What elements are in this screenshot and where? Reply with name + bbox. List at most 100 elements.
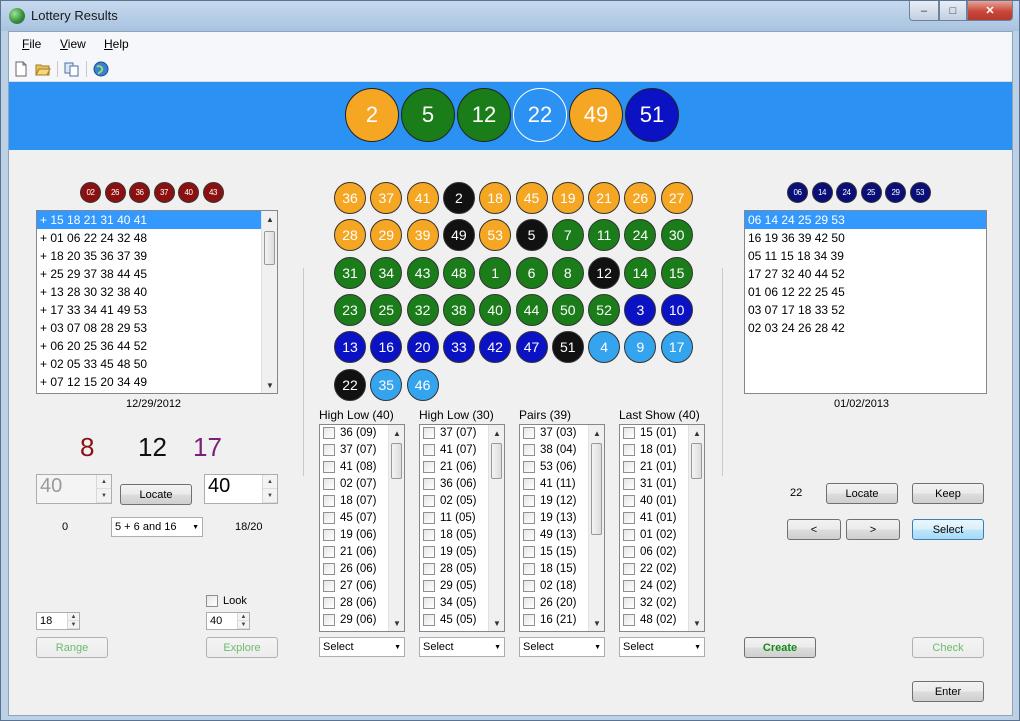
spin-down-icon[interactable]: ▼ [68,621,79,629]
left-locate-button[interactable]: Locate [120,484,192,505]
menu-view[interactable]: View [60,37,86,51]
small-spin[interactable]: 18 ▲ ▼ [36,612,80,630]
checkbox-icon[interactable] [423,494,435,507]
checkbox-icon[interactable] [323,579,335,592]
list-item[interactable]: + 07 12 15 20 34 49 [37,373,277,391]
grid-ball[interactable]: 11 [588,219,621,252]
grid-ball[interactable]: 25 [370,293,403,326]
keep-button[interactable]: Keep [912,483,984,504]
grid-ball[interactable]: 21 [588,182,621,214]
grid-ball[interactable]: 46 [406,368,439,401]
grid-ball[interactable]: 14 [624,256,657,289]
minimize-button[interactable]: – [909,1,939,21]
list-item[interactable]: + 13 28 30 32 38 40 [37,283,277,301]
checkbox-icon[interactable] [423,511,435,524]
scroll-up-icon[interactable]: ▲ [389,425,404,441]
checkbox-icon[interactable] [323,460,335,473]
grid-ball[interactable]: 29 [370,219,403,252]
web-icon[interactable] [93,61,109,77]
list-item[interactable]: 17 27 32 40 44 52 [745,265,986,283]
checklist-select[interactable]: Select ▼ [419,637,505,657]
checklist-scrollbar[interactable]: ▲ ▼ [688,425,704,631]
checklist-box[interactable]: 36 (09) 37 (07) 41 (08) 02 (07) 18 (07) 45 (0… [319,424,405,632]
grid-ball[interactable]: 33 [442,331,475,364]
left-list-scrollbar[interactable]: ▲ ▼ [261,211,277,393]
grid-ball[interactable]: 7 [551,219,584,252]
right-locate-button[interactable]: Locate [826,483,898,504]
list-item[interactable]: 16 19 36 39 42 50 [745,229,986,247]
checkbox-icon[interactable] [523,579,535,592]
checkbox-icon[interactable] [423,579,435,592]
checkbox-icon[interactable] [523,426,535,439]
scroll-thumb[interactable] [264,231,275,265]
checklist-select[interactable]: Select ▼ [319,637,405,657]
checkbox-icon[interactable] [623,460,635,473]
checkbox-icon[interactable] [523,545,535,558]
list-item[interactable]: + 06 20 25 36 44 52 [37,337,277,355]
checkbox-icon[interactable] [323,613,335,626]
checkbox-icon[interactable] [623,596,635,609]
grid-ball[interactable]: 15 [660,256,693,289]
scroll-up-icon[interactable]: ▲ [589,425,604,441]
checkbox-icon[interactable] [323,528,335,541]
next-button[interactable]: > [846,519,900,540]
list-item[interactable]: 01 06 12 22 25 45 [745,283,986,301]
checkbox-icon[interactable] [623,443,635,456]
checkbox-icon[interactable] [523,494,535,507]
prev-button[interactable]: < [787,519,841,540]
grid-ball[interactable]: 37 [370,182,403,214]
checkbox-icon[interactable] [523,613,535,626]
spin-up-icon[interactable]: ▲ [263,475,277,489]
grid-ball[interactable]: 10 [660,293,693,326]
checkbox-icon[interactable] [323,443,335,456]
grid-ball[interactable]: 27 [660,182,693,214]
grid-ball[interactable]: 24 [624,219,657,252]
grid-ball[interactable]: 42 [479,331,512,364]
scroll-up-icon[interactable]: ▲ [262,211,277,227]
left-combo[interactable]: 5 + 6 and 16 ▼ [111,517,203,537]
list-item[interactable]: 02 03 24 26 28 42 [745,319,986,337]
checkbox-icon[interactable] [323,426,335,439]
list-item[interactable]: + 02 05 33 45 48 50 [37,355,277,373]
scroll-thumb[interactable] [391,443,402,479]
left-results-list[interactable]: + 15 18 21 31 40 41 + 01 06 22 24 32 48 + … [36,210,278,394]
open-folder-icon[interactable] [35,61,51,77]
grid-ball[interactable]: 4 [588,331,621,364]
grid-ball[interactable]: 43 [406,256,439,289]
grid-ball[interactable]: 18 [479,182,512,214]
checkbox-icon[interactable] [623,426,635,439]
checklist-box[interactable]: 37 (03) 38 (04) 53 (06) 41 (11) 19 (12) 19 (1… [519,424,605,632]
scroll-down-icon[interactable]: ▼ [589,615,604,631]
copy-icon[interactable] [64,61,80,77]
scroll-down-icon[interactable]: ▼ [489,615,504,631]
checkbox-icon[interactable] [323,494,335,507]
menu-help[interactable]: Help [104,37,129,51]
title-bar[interactable]: Lottery Results – □ ✕ [1,1,1019,31]
grid-ball[interactable]: 17 [660,331,693,364]
grid-ball[interactable]: 22 [334,368,366,401]
checkbox-icon[interactable] [423,528,435,541]
checkbox-icon[interactable] [523,460,535,473]
checklist-scrollbar[interactable]: ▲ ▼ [488,425,504,631]
checkbox-icon[interactable] [323,596,335,609]
grid-ball[interactable]: 52 [588,293,621,326]
checkbox-icon[interactable] [623,613,635,626]
checkbox-icon[interactable] [623,545,635,558]
look-checkbox[interactable]: Look [206,595,247,608]
grid-ball[interactable]: 13 [334,331,366,364]
checkbox-icon[interactable] [523,528,535,541]
checkbox-icon[interactable] [523,511,535,524]
grid-ball[interactable]: 47 [515,331,548,364]
checkbox-icon[interactable] [423,596,435,609]
checkbox-icon[interactable] [423,545,435,558]
grid-ball[interactable]: 8 [551,256,584,289]
checkbox-icon[interactable] [423,477,435,490]
list-item[interactable]: 05 11 15 18 34 39 [745,247,986,265]
checkbox-icon[interactable] [423,443,435,456]
scroll-thumb[interactable] [591,443,602,535]
list-item[interactable]: 06 14 24 25 29 53 [745,211,986,229]
checkbox-icon[interactable] [523,477,535,490]
checkbox-icon[interactable] [323,562,335,575]
grid-ball[interactable]: 16 [370,331,403,364]
maximize-button[interactable]: □ [939,1,967,21]
